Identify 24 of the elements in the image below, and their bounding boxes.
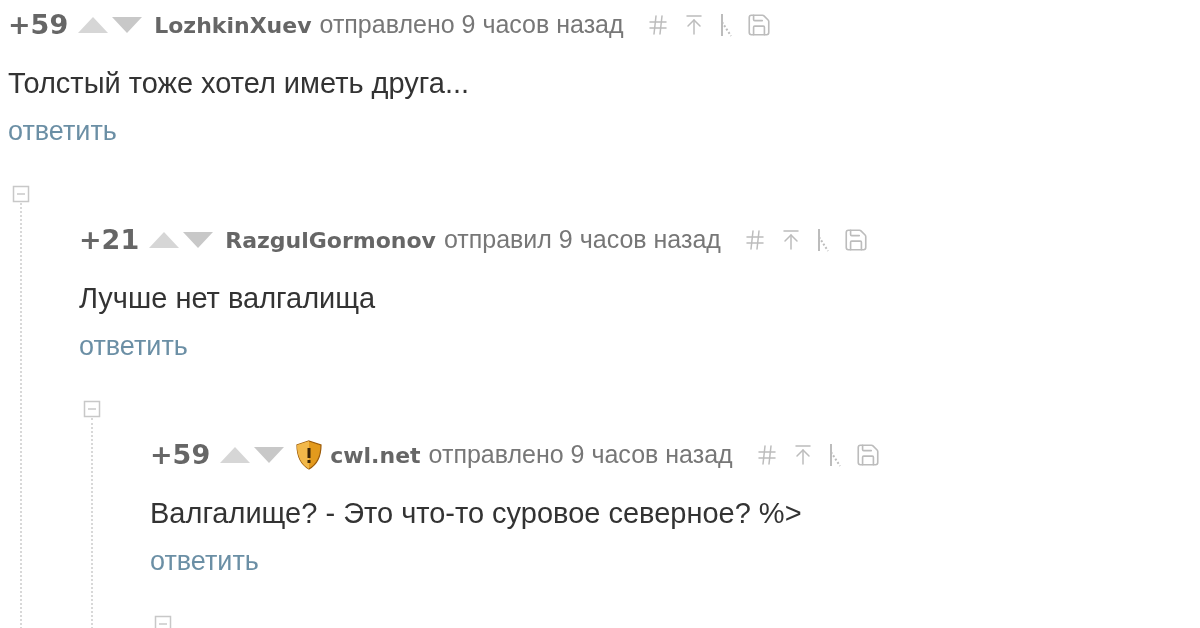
reply-link[interactable]: ответить	[79, 331, 188, 361]
collapse-icon[interactable]	[12, 185, 30, 203]
vote-arrows-icon[interactable]	[78, 16, 145, 34]
comment-text: Толстый тоже хотел иметь друга...	[8, 66, 471, 100]
author-name[interactable]: cwl.net	[330, 439, 421, 473]
vote-arrows-icon[interactable]	[149, 231, 216, 249]
vote-arrows-icon[interactable]	[220, 446, 287, 464]
post-time: отправлено 9 часов назад	[428, 439, 733, 471]
rating: +59	[150, 437, 211, 472]
collapse-icon[interactable]	[83, 400, 101, 418]
comment-text: Валгалище? - Это что-то суровое северное? %>	[150, 496, 803, 530]
reply-link[interactable]: ответить	[150, 546, 259, 576]
save-icon[interactable]	[745, 12, 772, 38]
post-time: отправил 9 часов назад	[443, 224, 721, 256]
collapse-icon[interactable]	[154, 615, 172, 628]
post-time: отправлено 9 часов назад	[319, 9, 624, 41]
save-icon[interactable]	[854, 442, 881, 468]
author-name[interactable]: LozhkinXuev	[154, 9, 312, 43]
save-icon[interactable]	[842, 227, 869, 253]
rating: +21	[79, 222, 140, 257]
reply-link[interactable]: ответить	[8, 116, 117, 146]
author-name[interactable]: RazgulGormonov	[225, 224, 436, 258]
comment-text: Лучше нет валгалища	[79, 281, 377, 315]
rating: +59	[8, 7, 69, 42]
